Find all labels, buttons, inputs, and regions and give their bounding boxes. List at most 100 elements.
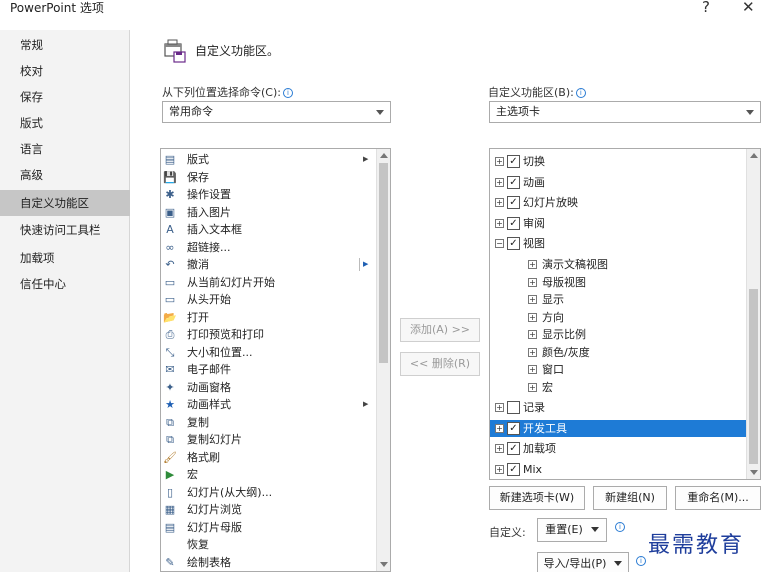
textbox-icon: A bbox=[166, 223, 174, 236]
tree-item-label: 审阅 bbox=[523, 216, 545, 230]
tree-item[interactable]: + 记录 bbox=[490, 399, 746, 417]
sidebar-item-customize-ribbon[interactable]: 自定义功能区 bbox=[0, 190, 130, 216]
tree-item-label: 方向 bbox=[542, 310, 564, 324]
sidebar-item-layout[interactable]: 版式 bbox=[0, 110, 130, 136]
tree-item-selected[interactable]: + ✓ 开发工具 bbox=[490, 419, 746, 437]
expand-icon[interactable]: + bbox=[495, 423, 504, 433]
list-item-label: 幻灯片母版 bbox=[187, 520, 242, 534]
chevron-down-icon bbox=[614, 561, 623, 566]
list-item[interactable]: ★ 动画样式 ▶ bbox=[163, 396, 373, 414]
sidebar-item-trust-center[interactable]: 信任中心 bbox=[0, 271, 130, 297]
ribbon-tree[interactable]: + ✓ 切换 + ✓ 动画 + ✓ 幻灯片放映 + ✓ 审阅 − ✓ 视图 + … bbox=[489, 148, 761, 480]
add-button[interactable]: 添加(A) >> bbox=[400, 318, 480, 342]
import-export-dropdown-button[interactable]: 导入/导出(P) bbox=[537, 552, 629, 572]
tree-item[interactable]: + 宏 bbox=[490, 379, 746, 397]
tree-item[interactable]: + 母版视图 bbox=[490, 274, 746, 292]
sidebar-item-quick-access-toolbar[interactable]: 快速访问工具栏 bbox=[0, 217, 130, 243]
checkbox[interactable]: ✓ bbox=[507, 196, 520, 209]
sidebar-item-general[interactable]: 常规 bbox=[0, 32, 130, 58]
checkbox[interactable]: ✓ bbox=[507, 155, 520, 168]
expand-icon[interactable]: + bbox=[528, 347, 537, 357]
submenu-arrow-icon: ▶ bbox=[363, 155, 369, 163]
customize-ribbon-icon bbox=[164, 39, 186, 63]
tree-item[interactable]: + 显示 bbox=[490, 291, 746, 309]
list-item-label: 大小和位置... bbox=[187, 345, 253, 359]
tree-item[interactable]: + 显示比例 bbox=[490, 326, 746, 344]
options-sidebar: 常规 校对 保存 版式 语言 高级 自定义功能区 快速访问工具栏 加载项 信任中… bbox=[0, 30, 130, 572]
checkbox[interactable]: ✓ bbox=[507, 237, 520, 250]
scroll-down-icon[interactable] bbox=[750, 470, 758, 475]
scroll-up-icon[interactable] bbox=[380, 153, 388, 158]
scroll-thumb[interactable] bbox=[749, 289, 758, 464]
checkbox[interactable]: ✓ bbox=[507, 462, 520, 476]
sidebar-item-language[interactable]: 语言 bbox=[0, 136, 130, 162]
macro-icon: ▶ bbox=[165, 468, 175, 481]
remove-button[interactable]: << 删除(R) bbox=[400, 352, 480, 376]
list-item[interactable]: ▤ 版式 ▶ bbox=[163, 151, 373, 169]
help-icon[interactable]: ? bbox=[702, 0, 710, 16]
expand-icon[interactable]: + bbox=[528, 260, 537, 269]
new-tab-button[interactable]: 新建选项卡(W) bbox=[489, 486, 585, 510]
scroll-up-icon[interactable] bbox=[750, 153, 758, 158]
collapse-icon[interactable]: − bbox=[495, 239, 504, 248]
expand-icon[interactable]: + bbox=[528, 330, 537, 339]
tree-item[interactable]: + ✓ 审阅 bbox=[490, 215, 746, 233]
list-item-label: 撤消 bbox=[187, 258, 209, 271]
checkbox[interactable] bbox=[507, 401, 520, 414]
tree-item[interactable]: + ✓ 加载项 bbox=[490, 440, 746, 458]
close-icon[interactable]: ✕ bbox=[742, 0, 755, 16]
expand-icon[interactable]: + bbox=[495, 157, 504, 166]
sidebar-item-proofing[interactable]: 校对 bbox=[0, 58, 130, 84]
expand-icon[interactable]: + bbox=[528, 295, 537, 304]
tree-item[interactable]: + 颜色/灰度 bbox=[490, 344, 746, 362]
chevron-down-icon bbox=[376, 110, 384, 115]
ribbon-tree-scrollbar[interactable] bbox=[746, 149, 760, 479]
tree-item-label: 加载项 bbox=[523, 442, 556, 455]
sidebar-item-save[interactable]: 保存 bbox=[0, 84, 130, 110]
expand-icon[interactable]: + bbox=[528, 312, 537, 322]
expand-icon[interactable]: + bbox=[528, 277, 537, 287]
tree-item-label: 视图 bbox=[523, 237, 545, 250]
expand-icon[interactable]: + bbox=[495, 177, 504, 187]
expand-icon[interactable]: + bbox=[495, 218, 504, 228]
sidebar-item-addins[interactable]: 加载项 bbox=[0, 245, 130, 271]
expand-icon[interactable]: + bbox=[495, 198, 504, 207]
chevron-down-icon bbox=[746, 110, 754, 115]
checkbox[interactable]: ✓ bbox=[507, 442, 520, 455]
expand-icon[interactable]: + bbox=[495, 444, 504, 453]
tree-item[interactable]: + 演示文稿视图 bbox=[490, 256, 746, 274]
list-item-label: 操作设置 bbox=[187, 188, 231, 201]
list-item-label: 宏 bbox=[187, 468, 198, 481]
expand-icon[interactable]: + bbox=[528, 382, 537, 392]
tree-item[interactable]: + ✓ 幻灯片放映 bbox=[490, 194, 746, 212]
checkbox[interactable]: ✓ bbox=[507, 216, 520, 230]
sidebar-item-advanced[interactable]: 高级 bbox=[0, 162, 130, 188]
ribbon-tabs-select[interactable]: 主选项卡 bbox=[489, 101, 761, 123]
list-item[interactable]: ↶ 撤消 ▶ bbox=[163, 256, 375, 274]
tree-item[interactable]: + ✓ 切换 bbox=[490, 153, 746, 171]
checkbox[interactable]: ✓ bbox=[507, 421, 520, 435]
command-list[interactable]: ▤ 版式 ▶ 💾 保存 ✱ 操作设置 ▣ 插入图片 A 插入文本框 ∞ 超链接.… bbox=[160, 148, 391, 572]
expand-icon[interactable]: + bbox=[528, 365, 537, 374]
new-group-button[interactable]: 新建组(N) bbox=[593, 486, 667, 510]
tree-item[interactable]: + 方向 bbox=[490, 309, 746, 327]
tree-item[interactable]: + ✓ Mix bbox=[490, 461, 746, 479]
rename-button[interactable]: 重命名(M)... bbox=[675, 486, 761, 510]
reset-dropdown-button[interactable]: 重置(E) bbox=[537, 518, 607, 542]
tree-item[interactable]: + 窗口 bbox=[490, 361, 746, 379]
list-item-label: 恢复 bbox=[187, 538, 209, 551]
expand-icon[interactable]: + bbox=[495, 464, 504, 474]
tree-item[interactable]: + ✓ 动画 bbox=[490, 174, 746, 192]
tree-item-label: 幻灯片放映 bbox=[523, 196, 578, 209]
expand-icon[interactable]: + bbox=[495, 403, 504, 412]
import-export-label: 导入/导出(P) bbox=[543, 557, 607, 570]
checkbox[interactable]: ✓ bbox=[507, 175, 520, 189]
command-list-scrollbar[interactable] bbox=[376, 149, 390, 571]
undo-icon: ↶ bbox=[165, 258, 175, 271]
tree-item[interactable]: − ✓ 视图 bbox=[490, 235, 746, 253]
scroll-thumb[interactable] bbox=[379, 163, 388, 363]
scroll-down-icon[interactable] bbox=[380, 562, 388, 567]
list-item-label: 复制幻灯片 bbox=[187, 433, 242, 446]
command-source-select[interactable]: 常用命令 bbox=[162, 101, 391, 123]
chevron-down-icon bbox=[590, 527, 599, 532]
